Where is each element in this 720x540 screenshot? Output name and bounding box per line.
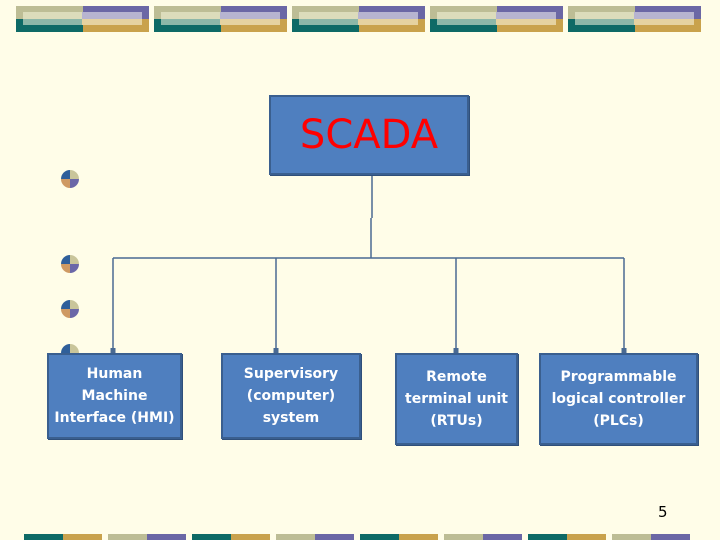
root-label: SCADA	[299, 112, 439, 158]
footer-segment	[276, 534, 354, 540]
hmi-label: Human Machine Interface (HMI)	[54, 366, 175, 426]
plc-label: Programmable logical controller (PLCs)	[551, 369, 686, 429]
scada-root-box: SCADA	[269, 95, 469, 175]
footer-segment	[108, 534, 186, 540]
footer-segment	[612, 534, 690, 540]
hmi-box: Human Machine Interface (HMI)	[47, 353, 182, 439]
rtu-label: Remote terminal unit (RTUs)	[405, 369, 508, 429]
rtu-box: Remote terminal unit (RTUs)	[395, 353, 518, 445]
footer-segment	[444, 534, 522, 540]
footer-segment	[360, 534, 438, 540]
footer-segment	[24, 534, 102, 540]
plc-box: Programmable logical controller (PLCs)	[539, 353, 698, 445]
connector-lines	[110, 175, 627, 353]
supervisory-label: Supervisory (computer) system	[243, 366, 339, 426]
footer-segment	[192, 534, 270, 540]
footer-segment	[528, 534, 606, 540]
supervisory-system-box: Supervisory (computer) system	[221, 353, 361, 439]
page-number: 5	[658, 503, 668, 521]
